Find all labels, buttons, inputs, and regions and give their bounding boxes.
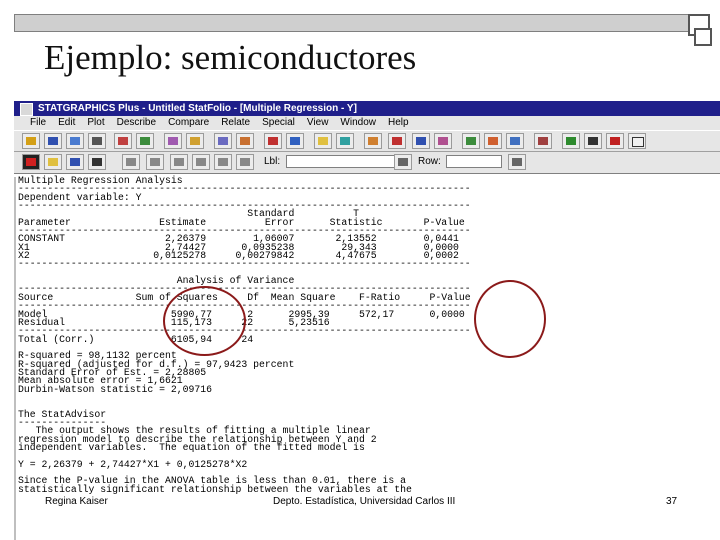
contour-icon[interactable] (484, 133, 502, 149)
table-icon[interactable] (388, 133, 406, 149)
menu-relate[interactable]: Relate (215, 116, 256, 130)
save-icon[interactable] (44, 133, 62, 149)
output-scroll-edge (14, 177, 16, 540)
page-number: 37 (665, 496, 679, 507)
statgraphics-window: STATGRAPHICS Plus - Untitled StatFolio -… (14, 101, 720, 540)
output-line: Durbin-Watson statistic = 2,09716 (18, 383, 213, 395)
slide-corner-square-2 (694, 28, 712, 46)
menu-describe[interactable]: Describe (111, 116, 162, 130)
regression-icon[interactable] (264, 133, 282, 149)
exclude-icon[interactable] (146, 154, 164, 170)
graph-options-icon[interactable] (66, 154, 84, 170)
zoom-icon[interactable] (192, 154, 210, 170)
menu-special[interactable]: Special (256, 116, 301, 130)
slide-title: Ejemplo: semiconductores (44, 38, 417, 77)
menu-window[interactable]: Window (334, 116, 382, 130)
brush-icon[interactable] (170, 154, 188, 170)
pivot-icon[interactable] (164, 133, 182, 149)
control-chart-icon[interactable] (534, 133, 552, 149)
menu-plot[interactable]: Plot (81, 116, 110, 130)
menu-compare[interactable]: Compare (162, 116, 215, 130)
footer-author: Regina Kaiser (44, 496, 109, 507)
output-line: statistically significant relationship b… (18, 483, 412, 495)
find-row-icon[interactable] (508, 154, 526, 170)
output-line: The StatAdvisor (18, 408, 107, 420)
stop-icon[interactable] (606, 133, 624, 149)
output-line: Y = 2,26379 + 2,74427*X1 + 0,0125278*X2 (18, 458, 248, 470)
input-dialog-icon[interactable] (22, 154, 40, 170)
save-results-icon[interactable] (88, 154, 106, 170)
output-line: ----------------------------------------… (18, 258, 471, 270)
boxplot-icon[interactable] (336, 133, 354, 149)
label-input[interactable] (286, 155, 396, 168)
special-icon[interactable] (236, 133, 254, 149)
grid-icon[interactable] (314, 133, 332, 149)
toolbar-main (14, 130, 720, 152)
histogram-icon[interactable] (286, 133, 304, 149)
menu-help[interactable]: Help (382, 116, 415, 130)
pie-chart-icon[interactable] (434, 133, 452, 149)
menu-view[interactable]: View (301, 116, 335, 130)
window-titlebar[interactable]: STATGRAPHICS Plus - Untitled StatFolio -… (14, 101, 720, 116)
text-options-icon[interactable] (44, 154, 62, 170)
point-id-icon[interactable] (214, 154, 232, 170)
pane-options-icon[interactable] (122, 154, 140, 170)
output-line: independent variables. The equation of t… (18, 442, 365, 453)
chart-gallery-icon[interactable] (114, 133, 132, 149)
relate-icon[interactable] (214, 133, 232, 149)
window-title: STATGRAPHICS Plus - Untitled StatFolio -… (38, 103, 357, 114)
highlight-circle-p-value (474, 280, 546, 358)
footer-department: Depto. Estadística, Universidad Carlos I… (272, 496, 457, 507)
menu-file[interactable]: File (24, 116, 52, 130)
row-label: Row: (418, 156, 441, 167)
compare-icon[interactable] (186, 133, 204, 149)
scatter-icon[interactable] (364, 133, 382, 149)
analysis-output: Multiple Regression Analysis ------------… (18, 175, 718, 495)
stats-icon[interactable] (136, 133, 154, 149)
highlight-circle-sum-of-squares (163, 286, 246, 356)
surface-icon[interactable] (506, 133, 524, 149)
calculator-icon[interactable] (88, 133, 106, 149)
line-chart-icon[interactable] (412, 133, 430, 149)
advisor-icon[interactable] (584, 133, 602, 149)
go-icon[interactable] (562, 133, 580, 149)
help-icon[interactable] (628, 133, 646, 149)
output-line: Total (Corr.) 6105,94 24 (18, 333, 254, 345)
lbl-label: Lbl: (264, 156, 281, 167)
open-folder-icon[interactable] (22, 133, 40, 149)
slide-top-bar (14, 14, 698, 32)
bar-chart-icon[interactable] (462, 133, 480, 149)
app-icon (20, 103, 33, 116)
toolbar-analysis: Lbl: Row: (14, 152, 720, 174)
help-question-icon[interactable] (236, 154, 254, 170)
menu-bar: File Edit Plot Describe Compare Relate Special… (14, 116, 720, 130)
find-label-icon[interactable] (394, 154, 412, 170)
row-input[interactable] (446, 155, 502, 168)
datasheet-icon[interactable] (66, 133, 84, 149)
menu-edit[interactable]: Edit (52, 116, 81, 130)
